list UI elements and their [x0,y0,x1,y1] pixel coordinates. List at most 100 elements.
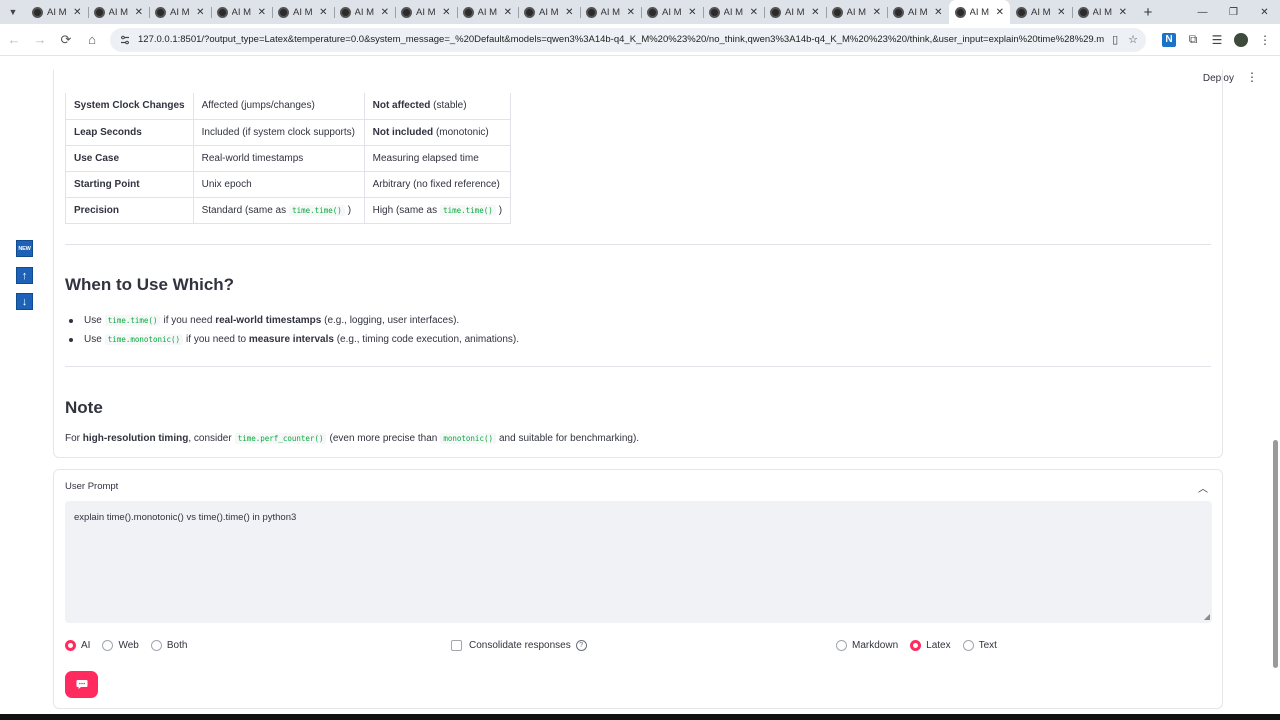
browser-tab-active[interactable]: AI M ✕ [948,0,1010,24]
time-cell: Real-world timestamps [192,144,365,172]
radio-icon[interactable] [150,640,162,651]
home-icon[interactable]: ⌂ [80,28,104,52]
consolidate-label[interactable]: Consolidate responses [469,640,571,651]
browser-tab[interactable]: AI M ✕ [579,0,642,24]
new-chat-button[interactable]: NEW [16,240,33,257]
browser-tab[interactable]: AI M ✕ [26,0,88,24]
close-icon[interactable]: ✕ [504,7,512,18]
table-row: Leap Seconds Included (if system clock s… [65,118,512,146]
address-bar[interactable]: 127.0.0.1:8501/?output_type=Latex&temper… [110,27,1146,52]
maximize-icon[interactable]: ❐ [1218,0,1249,24]
close-icon[interactable]: ✕ [73,7,81,18]
browser-tab[interactable]: AI M ✕ [1071,0,1134,24]
browser-tab[interactable]: AI M ✕ [764,0,826,24]
consolidate-checkbox[interactable] [451,640,462,651]
browser-tab[interactable]: AI M ✕ [272,0,334,24]
browser-tab[interactable]: AI M ✕ [641,0,703,24]
monotonic-bold: Not included [372,126,434,138]
user-prompt-expander: User Prompt ︿ explain time().monotonic()… [53,469,1223,709]
browser-tab-strip: ▼ AI M ✕ AI M ✕ AI M ✕ AI M ✕ AI M ✕ AI M ✕ AI… [0,0,1280,24]
close-icon[interactable]: ✕ [381,7,389,18]
radio-icon[interactable] [836,640,847,651]
browser-tab[interactable]: AI M ✕ [887,0,949,24]
radio-selected-icon[interactable] [910,640,922,651]
app-favicon-icon [708,6,720,18]
extension-n-icon[interactable]: N [1162,32,1176,47]
expander-label[interactable]: User Prompt [65,481,118,492]
browser-menu-icon[interactable]: ⋮ [1258,33,1272,47]
send-button[interactable] [65,671,98,698]
close-icon[interactable]: ✕ [565,7,573,18]
browser-tab[interactable]: AI M ✕ [518,0,580,24]
close-icon[interactable]: ✕ [934,7,942,18]
close-icon[interactable]: ✕ [627,7,635,18]
app-favicon-icon [216,6,228,18]
prompt-textarea[interactable]: explain time().monotonic() vs time().tim… [65,501,1212,623]
close-icon[interactable]: ✕ [873,7,881,18]
close-icon[interactable]: ✕ [750,7,758,18]
app-favicon-icon [339,6,351,18]
radio-option-markdown[interactable]: Markdown [836,640,898,651]
browser-tab[interactable]: AI M ✕ [1010,0,1072,24]
page-icon[interactable]: ▯ [1112,33,1118,46]
feature-cell: Use Case [65,144,194,172]
page-scrollbar[interactable] [1273,440,1278,668]
close-icon[interactable]: ✕ [135,7,143,18]
app-menu-icon[interactable]: ⋮ [1246,70,1258,84]
radio-selected-icon[interactable] [65,640,76,651]
feature-cell: System Clock Changes [65,93,194,120]
browser-tab[interactable]: AI M ✕ [825,0,888,24]
radio-option-latex[interactable]: Latex [910,640,951,651]
tab-search-icon[interactable]: ▼ [0,0,26,24]
browser-tab[interactable]: AI M ✕ [456,0,519,24]
browser-tab[interactable]: AI M ✕ [87,0,150,24]
bold-text: measure intervals [248,334,334,345]
radio-icon[interactable] [102,640,114,651]
radio-option-web[interactable]: Web [102,640,139,651]
close-icon[interactable]: ✕ [442,7,450,18]
close-icon[interactable]: ✕ [319,7,327,18]
scroll-down-button[interactable]: ↓ [16,293,33,310]
radio-icon[interactable] [962,640,974,651]
browser-tab[interactable]: AI M ✕ [702,0,765,24]
close-icon[interactable]: ✕ [258,7,266,18]
url-text[interactable]: 127.0.0.1:8501/?output_type=Latex&temper… [138,34,1104,45]
resize-handle-icon[interactable]: ◢ [1204,612,1210,621]
browser-tab[interactable]: AI M ✕ [395,0,457,24]
new-tab-icon[interactable]: + [1137,4,1159,21]
back-icon[interactable]: ← [2,28,26,52]
forward-icon[interactable]: → [28,28,52,52]
minimize-icon[interactable]: — [1187,0,1218,24]
monotonic-rest: (stable) [430,100,467,112]
browser-tab[interactable]: AI M ✕ [149,0,211,24]
source-radio-group: AI Web Both [65,640,199,651]
browser-toolbar: ← → ⟳ ⌂ 127.0.0.1:8501/?output_type=Late… [0,24,1280,56]
text: For [65,432,80,444]
radio-option-ai[interactable]: AI [65,640,90,651]
scroll-up-button[interactable]: ↑ [16,267,33,284]
app-favicon-icon [524,6,535,18]
media-controls-icon[interactable]: ☰ [1210,33,1224,47]
reload-icon[interactable]: ⟳ [54,28,78,52]
close-icon[interactable]: ✕ [996,7,1004,18]
browser-tab[interactable]: AI M ✕ [210,0,273,24]
extensions-puzzle-icon[interactable]: ⧉ [1186,32,1200,47]
browser-tab[interactable]: AI M ✕ [333,0,396,24]
close-icon[interactable]: ✕ [688,7,696,18]
site-info-icon[interactable] [118,33,132,47]
radio-option-both[interactable]: Both [150,640,187,651]
close-icon[interactable]: ✕ [1057,7,1065,18]
window-close-icon[interactable]: ✕ [1249,0,1280,24]
profile-avatar[interactable] [1234,32,1248,47]
help-icon[interactable]: ? [575,640,587,651]
radio-option-text[interactable]: Text [962,640,997,651]
app-favicon-icon [585,6,597,18]
bookmark-star-icon[interactable]: ☆ [1128,33,1138,46]
close-icon[interactable]: ✕ [196,7,204,18]
time-cell: Standard (same as time.time()) [192,196,365,224]
close-icon[interactable]: ✕ [1119,7,1127,18]
app-favicon-icon [893,6,904,18]
close-icon[interactable]: ✕ [811,7,819,18]
radio-label: Web [118,640,139,651]
chevron-up-icon[interactable]: ︿ [1198,480,1208,495]
